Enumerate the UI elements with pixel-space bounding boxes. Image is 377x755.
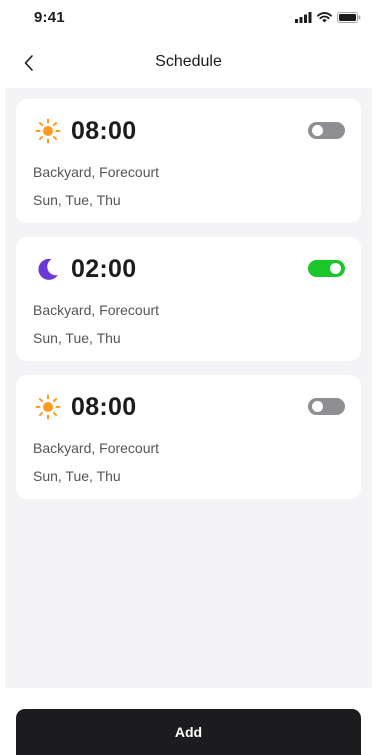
schedule-time: 08:00 — [71, 392, 137, 421]
bottom-bar: Add — [0, 688, 377, 755]
status-icons — [295, 10, 361, 28]
toggle-knob — [312, 125, 323, 136]
schedule-time-row: 02:00 — [35, 251, 136, 287]
sun-icon — [35, 118, 61, 144]
schedule-list: 08:00 Backyard, Forecourt Sun, Tue, Thu … — [16, 99, 361, 513]
schedule-locations: Backyard, Forecourt — [33, 302, 160, 318]
schedule-days: Sun, Tue, Thu — [33, 192, 121, 208]
toggle-knob — [312, 401, 323, 412]
moon-icon — [35, 256, 61, 282]
schedule-time-row: 08:00 — [35, 389, 136, 425]
schedule-toggle[interactable] — [308, 260, 345, 277]
add-button[interactable]: Add — [16, 709, 361, 755]
schedule-time-row: 08:00 — [35, 113, 136, 149]
schedule-toggle[interactable] — [308, 398, 345, 415]
wifi-icon — [317, 10, 332, 28]
schedule-locations: Backyard, Forecourt — [33, 440, 160, 456]
schedule-days: Sun, Tue, Thu — [33, 330, 121, 346]
header: Schedule — [0, 44, 377, 84]
status-bar: 9:41 — [0, 0, 377, 36]
schedule-card[interactable]: 08:00 Backyard, Forecourt Sun, Tue, Thu — [16, 99, 361, 223]
schedule-days: Sun, Tue, Thu — [33, 468, 121, 484]
battery-icon — [337, 10, 361, 28]
signal-icon — [295, 10, 312, 28]
content-area: 08:00 Backyard, Forecourt Sun, Tue, Thu … — [5, 88, 372, 688]
schedule-card[interactable]: 08:00 Backyard, Forecourt Sun, Tue, Thu — [16, 375, 361, 499]
schedule-card[interactable]: 02:00 Backyard, Forecourt Sun, Tue, Thu — [16, 237, 361, 361]
status-time: 9:41 — [34, 9, 65, 26]
page-title: Schedule — [155, 53, 222, 70]
schedule-time: 08:00 — [71, 116, 137, 145]
sun-icon — [35, 394, 61, 420]
schedule-toggle[interactable] — [308, 122, 345, 139]
schedule-locations: Backyard, Forecourt — [33, 164, 160, 180]
schedule-time: 02:00 — [71, 254, 137, 283]
toggle-knob — [330, 263, 341, 274]
